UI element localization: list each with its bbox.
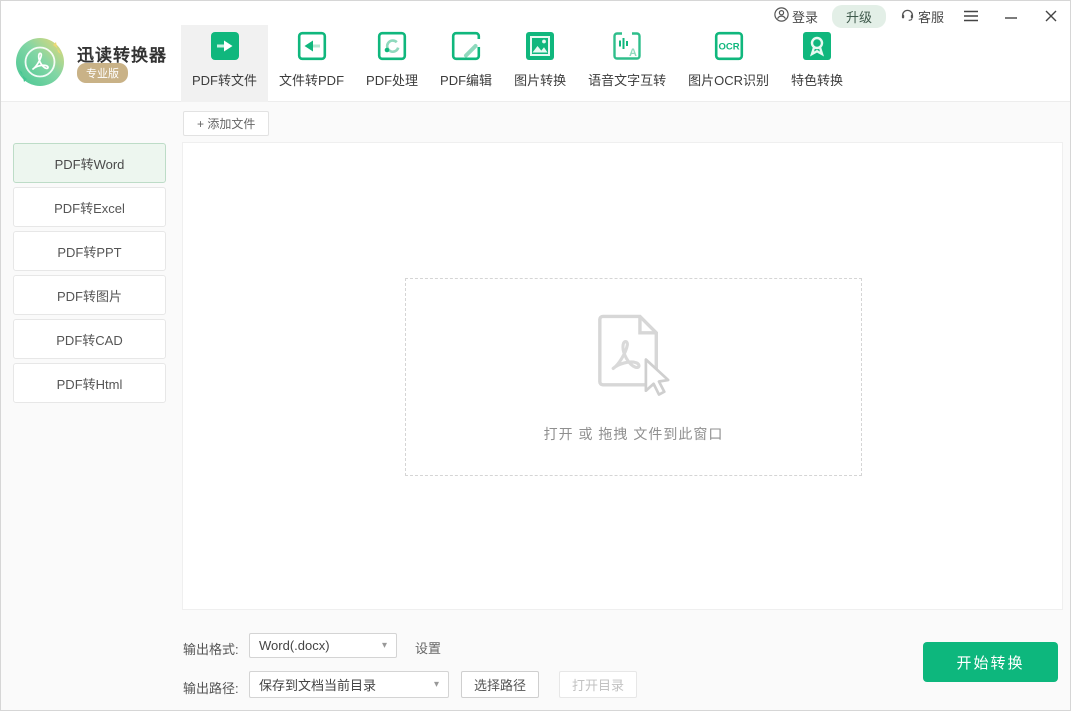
output-format-select[interactable]: Word(.docx) ▾ [249, 633, 397, 658]
tab-pdf-to-file[interactable]: PDF转文件 [181, 25, 268, 102]
tab-ocr[interactable]: OCR 图片OCR识别 [677, 25, 780, 102]
tab-special-convert[interactable]: 特色转换 [780, 25, 854, 102]
tab-label: PDF处理 [366, 70, 418, 89]
tab-label: PDF编辑 [440, 70, 492, 89]
tab-label: 特色转换 [791, 70, 843, 89]
app-window: 登录 升级 客服 [0, 0, 1071, 711]
pdf-to-file-icon [210, 31, 240, 61]
output-format-label: 输出格式: [183, 639, 239, 658]
tab-pdf-process[interactable]: PDF处理 [355, 25, 429, 102]
file-to-pdf-icon [297, 31, 327, 61]
pdf-process-icon [377, 31, 407, 61]
tab-label: 语音文字互转 [588, 70, 666, 89]
chevron-down-icon: ▾ [434, 679, 439, 690]
support-button[interactable]: 客服 [900, 7, 944, 26]
login-label: 登录 [792, 7, 818, 26]
output-format-value: Word(.docx) [259, 638, 330, 653]
close-icon[interactable] [1038, 5, 1064, 27]
login-button[interactable]: 登录 [774, 7, 818, 26]
voice-text-icon: A [612, 31, 642, 61]
main-nav: PDF转文件 文件转PDF PDF处理 PDF编辑 [181, 25, 854, 102]
tab-label: 文件转PDF [279, 70, 344, 89]
tab-label: PDF转文件 [192, 70, 257, 89]
sidebar-item-pdf-to-word[interactable]: PDF转Word [13, 143, 166, 183]
svg-text:OCR: OCR [718, 42, 739, 53]
sidebar-item-pdf-to-excel[interactable]: PDF转Excel [13, 187, 166, 227]
tab-label: 图片OCR识别 [688, 70, 769, 89]
chevron-down-icon: ▾ [382, 640, 387, 651]
settings-link[interactable]: 设置 [415, 638, 441, 657]
svg-text:A: A [629, 47, 637, 59]
choose-path-button[interactable]: 选择路径 [461, 671, 539, 698]
tab-file-to-pdf[interactable]: 文件转PDF [268, 25, 355, 102]
file-dropzone[interactable]: 打开 或 拖拽 文件到此窗口 [405, 278, 862, 476]
minimize-icon[interactable] [998, 5, 1024, 27]
ocr-icon: OCR [714, 31, 744, 61]
titlebar: 登录 升级 客服 [774, 5, 1064, 27]
tab-pdf-edit[interactable]: PDF编辑 [429, 25, 503, 102]
user-circle-icon [774, 7, 789, 25]
app-logo-icon [14, 36, 66, 88]
pdf-document-cursor-icon [582, 313, 686, 414]
tab-label: 图片转换 [514, 70, 566, 89]
file-list-panel: 打开 或 拖拽 文件到此窗口 [182, 142, 1063, 610]
output-path-select[interactable]: 保存到文档当前目录 ▾ [249, 671, 449, 698]
pdf-edit-icon [451, 31, 481, 61]
sidebar: PDF转Word PDF转Excel PDF转PPT PDF转图片 PDF转CA… [13, 143, 166, 407]
sidebar-item-pdf-to-cad[interactable]: PDF转CAD [13, 319, 166, 359]
sidebar-item-pdf-to-ppt[interactable]: PDF转PPT [13, 231, 166, 271]
menu-icon[interactable] [958, 5, 984, 27]
tab-image-convert[interactable]: 图片转换 [503, 25, 577, 102]
medal-icon [802, 31, 832, 61]
dropzone-hint: 打开 或 拖拽 文件到此窗口 [544, 424, 724, 444]
header: 登录 升级 客服 [1, 1, 1070, 102]
image-convert-icon [525, 31, 555, 61]
sidebar-item-pdf-to-html[interactable]: PDF转Html [13, 363, 166, 403]
open-directory-button[interactable]: 打开目录 [559, 671, 637, 698]
output-path-value: 保存到文档当前目录 [259, 675, 376, 694]
support-label: 客服 [918, 7, 944, 26]
tab-voice-text[interactable]: A 语音文字互转 [577, 25, 677, 102]
edition-badge: 专业版 [77, 63, 128, 83]
start-convert-button[interactable]: 开始转换 [923, 642, 1058, 682]
sidebar-item-pdf-to-image[interactable]: PDF转图片 [13, 275, 166, 315]
add-file-button[interactable]: + 添加文件 [183, 111, 269, 136]
headset-icon [900, 7, 915, 25]
output-path-label: 输出路径: [183, 678, 239, 697]
